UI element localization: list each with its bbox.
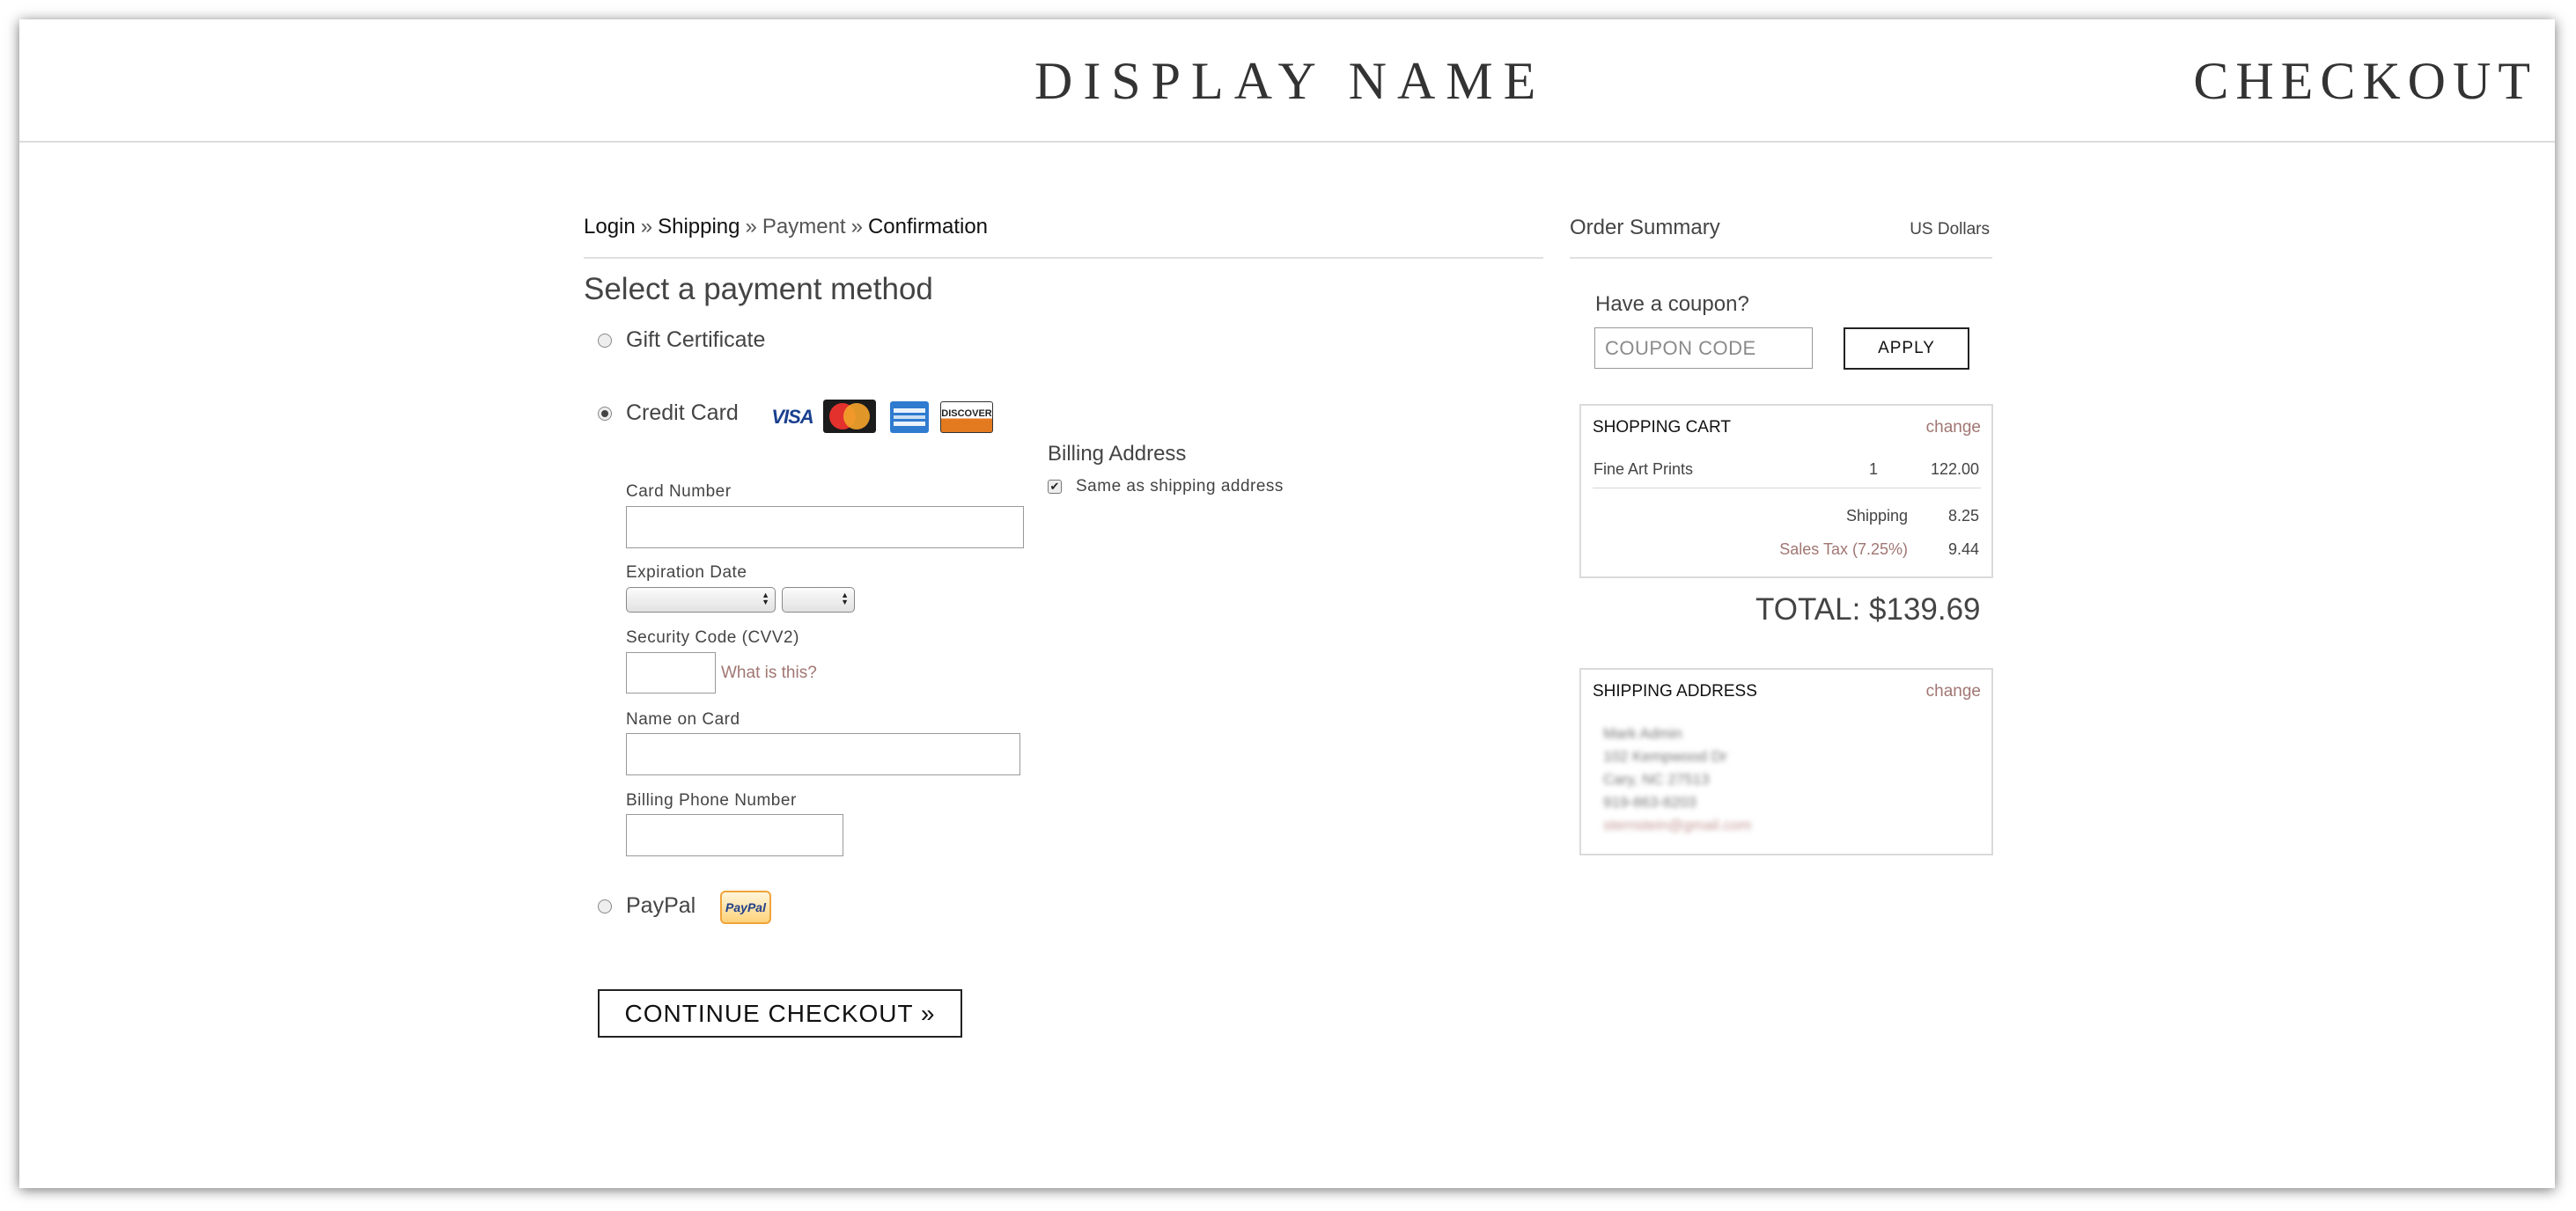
order-total: TOTAL: $139.69 <box>1755 592 1981 627</box>
site-header: DISPLAY NAME CHECKOUT <box>19 19 2555 143</box>
apply-coupon-button[interactable]: APPLY <box>1844 327 1969 370</box>
divider <box>584 257 1543 259</box>
cart-item-price: 122.00 <box>1930 460 1979 478</box>
select-arrows-icon: ▲ ▼ <box>762 591 769 606</box>
paypal-radio[interactable] <box>598 899 612 914</box>
expiration-label: Expiration Date <box>626 563 747 582</box>
mastercard-logo-icon <box>823 400 876 433</box>
credit-card-label[interactable]: Credit Card <box>626 400 739 426</box>
paypal-label[interactable]: PayPal <box>626 893 696 919</box>
address-line: 102 Kempwood Dr <box>1603 748 1727 765</box>
order-summary-title: Order Summary <box>1570 216 1720 239</box>
address-change-link[interactable]: change <box>1926 682 1981 701</box>
breadcrumb-shipping[interactable]: Shipping <box>658 215 740 239</box>
visa-logo-icon: VISA <box>771 406 813 428</box>
shopping-cart-title: SHOPPING CART <box>1593 418 1731 437</box>
cart-item-name: Fine Art Prints <box>1593 460 1694 478</box>
amex-logo-icon <box>890 401 929 433</box>
sales-tax-value: 9.44 <box>1947 540 1979 558</box>
breadcrumb-confirmation: Confirmation <box>867 215 989 239</box>
same-as-shipping-checkbox[interactable]: ✔ <box>1048 480 1062 494</box>
card-number-input[interactable] <box>626 506 1024 548</box>
checkout-window: DISPLAY NAME CHECKOUT Login» Shipping» Pay… <box>19 19 2555 1188</box>
coupon-code-input[interactable] <box>1594 327 1813 369</box>
continue-checkout-button[interactable]: CONTINUE CHECKOUT » <box>598 989 962 1038</box>
divider <box>1570 257 1992 259</box>
site-title[interactable]: DISPLAY NAME <box>1034 51 1546 112</box>
shipping-label: Shipping <box>1845 507 1908 525</box>
shopping-cart-panel: SHOPPING CART change Fine Art Prints 1 1… <box>1579 404 1993 578</box>
sales-tax-label: Sales Tax (7.25%) <box>1779 540 1908 558</box>
select-arrows-icon: ▲ ▼ <box>841 591 849 606</box>
card-number-label: Card Number <box>626 482 732 501</box>
security-code-label: Security Code (CVV2) <box>626 628 799 647</box>
breadcrumb-separator: » <box>850 215 863 239</box>
same-as-shipping-label[interactable]: Same as shipping address <box>1076 477 1284 496</box>
paypal-logo-icon: PayPal <box>720 891 771 924</box>
breadcrumb-login[interactable]: Login <box>584 215 636 239</box>
currency-label: US Dollars <box>1910 220 1990 239</box>
what-is-this-link[interactable]: What is this? <box>721 664 817 683</box>
address-line: 919-863-8203 <box>1603 794 1696 811</box>
shipping-value: 8.25 <box>1947 507 1979 525</box>
address-email: sternstein@gmail.com <box>1603 817 1752 833</box>
page-heading: CHECKOUT <box>2193 52 2537 110</box>
discover-logo-icon: DISCOVER <box>940 401 993 433</box>
billing-address-title: Billing Address <box>1048 442 1187 466</box>
payment-section-title: Select a payment method <box>584 272 933 306</box>
name-on-card-label: Name on Card <box>626 710 740 729</box>
breadcrumb: Login» Shipping» Payment» Confirmation <box>584 215 988 239</box>
coupon-label: Have a coupon? <box>1595 292 1749 316</box>
breadcrumb-payment: Payment <box>762 215 846 239</box>
credit-card-radio[interactable] <box>598 407 612 421</box>
breadcrumb-separator: » <box>640 215 653 239</box>
security-code-input[interactable] <box>626 652 716 694</box>
address-line: Mark Admin <box>1603 725 1682 742</box>
billing-phone-label: Billing Phone Number <box>626 791 797 810</box>
cart-item-qty: 1 <box>1869 460 1879 478</box>
gift-certificate-label[interactable]: Gift Certificate <box>626 327 765 353</box>
cart-change-link[interactable]: change <box>1926 418 1981 437</box>
shipping-address-panel: SHIPPING ADDRESS change Mark Admin 102 K… <box>1579 668 1993 855</box>
expiration-year-select[interactable]: ▲ ▼ <box>782 587 855 613</box>
address-line: Cary, NC 27513 <box>1603 771 1710 788</box>
shipping-address-title: SHIPPING ADDRESS <box>1593 682 1757 701</box>
name-on-card-input[interactable] <box>626 733 1020 775</box>
breadcrumb-separator: » <box>745 215 757 239</box>
billing-phone-input[interactable] <box>626 814 843 856</box>
expiration-month-select[interactable]: ▲ ▼ <box>626 587 776 613</box>
gift-certificate-radio[interactable] <box>598 334 612 348</box>
